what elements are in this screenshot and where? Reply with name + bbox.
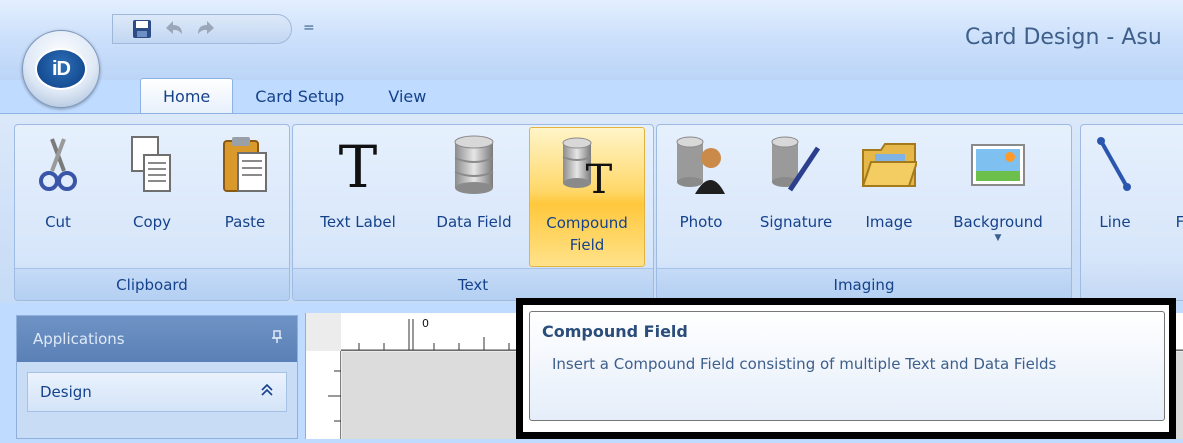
landscape-picture-icon xyxy=(966,133,1030,197)
compound-field-label-line1: Compound xyxy=(546,214,628,232)
svg-text:T: T xyxy=(339,135,378,195)
signature-pen-icon xyxy=(764,133,828,197)
compound-field-tooltip: Compound Field Insert a Compound Field c… xyxy=(516,298,1176,439)
photo-button[interactable]: Photo xyxy=(665,127,737,267)
signature-button[interactable]: Signature xyxy=(747,127,845,267)
ruler-origin-label: 0 xyxy=(422,317,429,330)
application-button[interactable]: iD xyxy=(22,30,100,108)
photo-person-icon xyxy=(669,133,733,197)
tab-view[interactable]: View xyxy=(366,78,448,114)
signature-label: Signature xyxy=(759,213,833,231)
clipboard-group-label: Clipboard xyxy=(15,268,289,300)
app-logo: iD xyxy=(35,48,87,90)
tab-home[interactable]: Home xyxy=(140,78,234,114)
photo-label: Photo xyxy=(679,213,723,231)
data-field-label: Data Field xyxy=(436,213,512,231)
window-title: Card Design - Asu xyxy=(965,25,1162,50)
compound-field-label-line2: Field xyxy=(569,236,605,254)
text-group-label: Text xyxy=(293,268,653,300)
shape-button-partial[interactable]: F xyxy=(1165,127,1183,267)
redo-icon[interactable] xyxy=(195,18,217,40)
design-section-label: Design xyxy=(40,383,92,401)
cut-button[interactable]: Cut xyxy=(23,127,93,267)
line-icon xyxy=(1083,133,1147,197)
data-field-button[interactable]: Data Field xyxy=(421,127,527,267)
text-t-icon: T xyxy=(326,133,390,197)
vertical-ruler xyxy=(306,351,341,439)
image-button[interactable]: Image xyxy=(851,127,927,267)
background-button[interactable]: Background ▼ xyxy=(933,127,1063,267)
folder-image-icon xyxy=(857,133,921,197)
paste-label: Paste xyxy=(224,213,266,231)
tab-card-setup[interactable]: Card Setup xyxy=(233,78,366,114)
paste-button[interactable]: Paste xyxy=(209,127,281,267)
line-label: Line xyxy=(1099,213,1131,231)
dropdown-arrow-icon: ▼ xyxy=(994,233,1002,243)
customize-toolbar-icon[interactable]: = xyxy=(303,20,315,36)
imaging-group-label: Imaging xyxy=(657,268,1071,300)
image-label: Image xyxy=(865,213,913,231)
design-section-header[interactable]: Design xyxy=(27,372,287,412)
quick-access-toolbar xyxy=(112,14,292,44)
background-label: Background xyxy=(953,213,1043,231)
scissors-icon xyxy=(26,133,90,197)
text-label-label: Text Label xyxy=(320,213,396,231)
shape-icon xyxy=(1148,133,1183,197)
clipboard-group: Cut Copy Paste Clipboard xyxy=(14,124,290,301)
pin-icon[interactable] xyxy=(271,330,283,348)
database-icon xyxy=(442,133,506,197)
compound-field-button[interactable]: T Compound Field xyxy=(529,127,645,267)
tooltip-title: Compound Field xyxy=(542,322,688,341)
cut-label: Cut xyxy=(45,213,71,231)
applications-panel-header: Applications xyxy=(17,316,297,362)
title-bar: = Card Design - Asu xyxy=(0,0,1183,80)
save-icon[interactable] xyxy=(131,18,153,40)
shape-label-partial: F xyxy=(1175,213,1183,231)
shapes-group: Line F xyxy=(1080,124,1183,301)
ribbon-tabs: Home Card Setup View xyxy=(140,78,448,114)
applications-panel: Applications Design xyxy=(16,315,298,439)
tooltip-description: Insert a Compound Field consisting of mu… xyxy=(552,355,1057,373)
applications-title: Applications xyxy=(33,330,125,348)
clipboard-paste-icon xyxy=(213,133,277,197)
tooltip-body: Compound Field Insert a Compound Field c… xyxy=(529,311,1165,421)
svg-text:T: T xyxy=(586,157,613,197)
compound-field-icon: T xyxy=(555,134,619,198)
copy-button[interactable]: Copy xyxy=(117,127,187,267)
text-label-button[interactable]: T Text Label xyxy=(297,127,419,267)
ribbon: Cut Copy Paste Clipboard T Text Label Da… xyxy=(0,113,1183,303)
undo-icon[interactable] xyxy=(163,18,185,40)
copy-icon xyxy=(120,133,184,197)
line-button[interactable]: Line xyxy=(1087,127,1143,267)
collapse-chevron-icon[interactable] xyxy=(260,383,274,401)
copy-label: Copy xyxy=(132,213,172,231)
text-group: T Text Label Data Field T Compound Field… xyxy=(292,124,654,301)
imaging-group: Photo Signature Image Background ▼ Imagi… xyxy=(656,124,1072,301)
